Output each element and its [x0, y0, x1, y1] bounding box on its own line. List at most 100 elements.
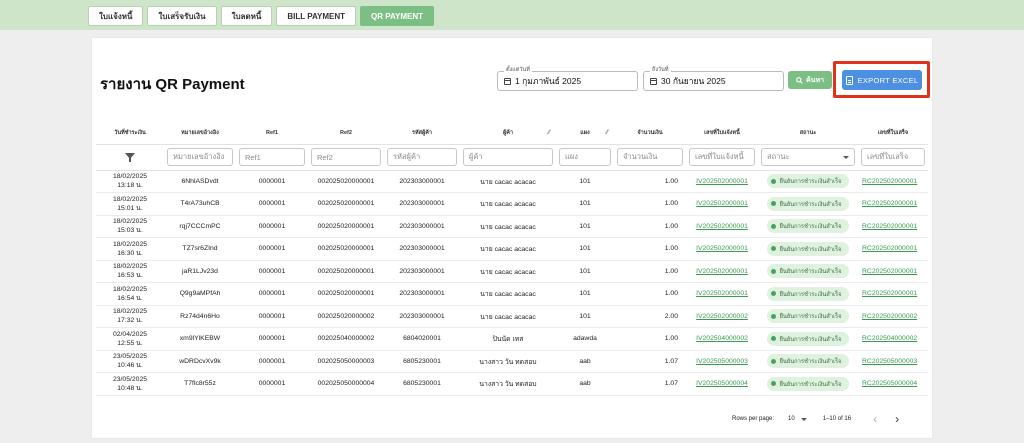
receipt-link[interactable]: RC202502000001	[862, 290, 917, 297]
table-row[interactable]: 18/02/2025 16:30 น. TZ7sr6ZInd 0000001 00202…	[96, 237, 928, 261]
column-header[interactable]: เลขที่ใบแจ้งหนี้	[686, 122, 758, 145]
table-row[interactable]: 18/02/2025 16:53 น. jaR1LJv23d 0000001 00202…	[96, 260, 928, 283]
filter-cell[interactable]	[96, 144, 164, 171]
filter-icon[interactable]	[125, 153, 135, 162]
tab-receipt[interactable]: ใบเสร็จรับเงิน	[147, 6, 217, 26]
reference-cell: TZ7sr6ZInd	[164, 237, 236, 261]
calendar-icon	[504, 77, 511, 85]
payment-time: 10:46 น.	[117, 362, 143, 370]
stall-cell: adawda	[556, 327, 614, 351]
ref2-cell: 002025020000001	[308, 192, 384, 216]
filter-input[interactable]: Ref1	[239, 148, 305, 166]
invoice-link[interactable]: IV202504000002	[696, 335, 748, 342]
table-row[interactable]: 18/02/2025 17:32 น. Rz74d4n6Ho 0000001 00202…	[96, 305, 928, 328]
resize-icon[interactable]: ⁄⁄	[548, 130, 550, 136]
column-header[interactable]: หมายเลขอ้างอิง	[164, 122, 236, 145]
receipt-link[interactable]: RC202505000004	[862, 380, 917, 387]
tab-credit-note[interactable]: ใบลดหนี้	[220, 6, 273, 26]
column-header[interactable]: Ref2	[308, 122, 384, 145]
payment-date-cell: 02/04/2025 12:55 น.	[96, 327, 164, 351]
amount-cell: 1.00	[614, 260, 686, 283]
receipt-link[interactable]: RC202504000002	[862, 335, 917, 342]
table-row[interactable]: 18/02/2025 15:01 น. T4rA73uhCB 0000001 00202…	[96, 192, 928, 216]
receipt-cell: RC202504000002	[858, 327, 928, 351]
receipt-link[interactable]: RC202502000001	[862, 268, 917, 275]
status-filter-select[interactable]: สถานะ	[761, 148, 855, 166]
column-header[interactable]: รหัสผู้ค้า	[384, 122, 460, 145]
filter-input[interactable]: เลขที่ใบเสร็จ	[861, 148, 925, 166]
filter-input[interactable]: ผู้ค้า	[463, 148, 553, 166]
column-header[interactable]: ผู้ค้า ⁄⁄	[460, 122, 556, 145]
column-header[interactable]: สถานะ	[758, 122, 858, 145]
filter-input[interactable]: รหัสผู้ค้า	[387, 148, 457, 166]
report-tabs: ใบแจ้งหนี้ ใบเสร็จรับเงิน ใบลดหนี้ BILL …	[88, 6, 435, 26]
rows-per-page-select[interactable]: 10	[788, 416, 807, 422]
receipt-cell: RC202505000003	[858, 350, 928, 373]
status-dot-icon	[771, 381, 777, 387]
receipt-link[interactable]: RC202505000003	[862, 358, 917, 365]
table-row[interactable]: 02/04/2025 12:55 น. xm9lYlKEBW 0000001 00202…	[96, 327, 928, 351]
receipt-link[interactable]: RC202502000001	[862, 223, 917, 230]
column-header[interactable]: จำนวนเงิน	[614, 122, 686, 145]
filter-input[interactable]: หมายเลขอ้างอิง	[167, 148, 233, 166]
column-header[interactable]: Ref1	[236, 122, 308, 145]
status-badge: ยืนยันการชำระเงินสำเร็จ	[767, 219, 849, 234]
invoice-link[interactable]: IV202502000001	[696, 290, 748, 297]
receipt-link[interactable]: RC202502000002	[862, 313, 917, 320]
table-row[interactable]: 18/02/2025 15:03 น. rqj7CCCmPC 0000001 00202…	[96, 215, 928, 238]
end-date-label: ถึงวันที่	[650, 66, 671, 74]
invoice-link[interactable]: IV202502000001	[696, 268, 748, 275]
receipt-link[interactable]: RC202502000001	[862, 178, 917, 185]
invoice-link[interactable]: IV202505000003	[696, 358, 748, 365]
column-header[interactable]: เลขที่ใบเสร็จ	[858, 122, 928, 145]
payment-date: 23/05/2025	[112, 375, 148, 383]
filter-input[interactable]: แผง	[559, 148, 611, 166]
invoice-link[interactable]: IV202502000002	[696, 313, 748, 320]
stall-cell: aab	[556, 372, 614, 396]
status-text: ยืนยันการชำระเงินสำเร็จ	[779, 336, 842, 343]
tab-invoice[interactable]: ใบแจ้งหนี้	[88, 6, 144, 26]
invoice-link[interactable]: IV202502000001	[696, 178, 748, 185]
receipt-link[interactable]: RC202502000001	[862, 200, 917, 207]
column-header[interactable]: แผง ⁄⁄	[556, 122, 614, 145]
payment-date: 18/02/2025	[112, 218, 148, 226]
next-page-icon[interactable]: ›	[895, 412, 899, 426]
status-badge: ยืนยันการชำระเงินสำเร็จ	[767, 286, 849, 301]
filter-input[interactable]: Ref2	[311, 148, 381, 166]
table-row[interactable]: 18/02/2025 16:54 น. Q9g9aMPfAh 0000001 00202…	[96, 282, 928, 306]
receipt-cell: RC202502000002	[858, 305, 928, 328]
status-cell: ยืนยันการชำระเงินสำเร็จ	[758, 282, 858, 306]
table-row[interactable]: 23/05/2025 10:48 น. T7flc8r55z 0000001 00202…	[96, 372, 928, 396]
invoice-link[interactable]: IV202505000004	[696, 380, 748, 387]
payment-table-wrapper: วันที่ชำระเงิน หมายเลขอ้างอิง Ref1 Ref2 …	[96, 122, 928, 396]
table-row[interactable]: 18/02/2025 13:18 น. 6NhlASDvdt 0000001 00202…	[96, 170, 928, 193]
export-excel-button[interactable]: EXPORT EXCEL	[842, 70, 922, 90]
end-date-field[interactable]: ถึงวันที่ 30 กันยายน 2025	[643, 66, 784, 91]
stall-cell: 101	[556, 170, 614, 193]
amount-cell: 1.00	[614, 192, 686, 216]
status-badge: ยืนยันการชำระเงินสำเร็จ	[767, 354, 849, 369]
tab-bill-payment[interactable]: BILL PAYMENT	[276, 6, 357, 26]
receipt-cell: RC202505000004	[858, 372, 928, 396]
filter-input[interactable]: เลขที่ใบแจ้งหนี้	[689, 148, 755, 166]
document-icon	[845, 75, 853, 85]
invoice-link[interactable]: IV202502000001	[696, 200, 748, 207]
invoice-link[interactable]: IV202502000001	[696, 245, 748, 252]
previous-page-icon[interactable]: ‹	[873, 412, 877, 426]
start-date-field[interactable]: ตั้งแต่วันที่ 1 กุมภาพันธ์ 2025	[497, 66, 638, 91]
tab-qr-payment[interactable]: QR PAYMENT	[360, 6, 435, 26]
status-badge: ยืนยันการชำระเงินสำเร็จ	[767, 174, 849, 189]
receipt-link[interactable]: RC202502000001	[862, 245, 917, 252]
table-row[interactable]: 23/05/2025 10:46 น. wDRDcvXv9k 0000001 00202…	[96, 350, 928, 373]
filter-input[interactable]: จำนวนเงิน	[617, 148, 683, 166]
end-date-value: 30 กันยายน 2025	[661, 76, 726, 86]
column-header[interactable]: วันที่ชำระเงิน	[96, 122, 164, 145]
invoice-cell: IV202502000001	[686, 192, 758, 216]
resize-icon[interactable]: ⁄⁄	[606, 130, 608, 136]
search-button[interactable]: ค้นหา	[788, 71, 832, 89]
search-icon	[796, 76, 803, 84]
invoice-cell: IV202502000001	[686, 237, 758, 261]
vendor-name-cell: นาย cacac acacac	[460, 305, 556, 328]
invoice-link[interactable]: IV202502000001	[696, 223, 748, 230]
payment-date: 18/02/2025	[112, 195, 148, 203]
